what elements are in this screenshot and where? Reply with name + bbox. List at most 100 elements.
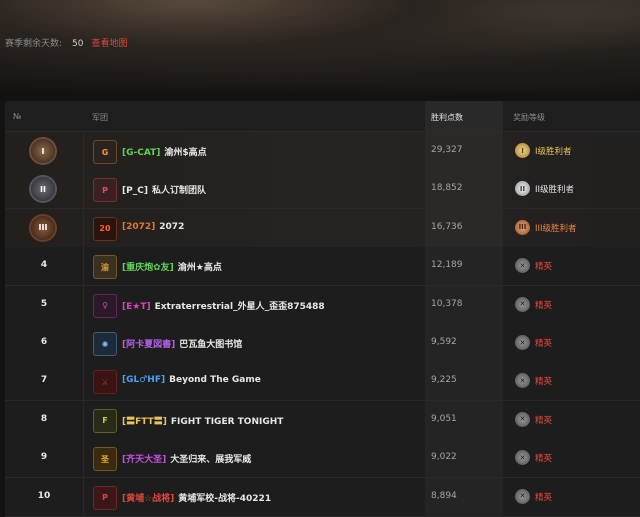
view-map-link[interactable]: 查看地图: [92, 39, 128, 49]
reward-tier-glyph: ✕: [519, 492, 526, 501]
reward-tier-glyph: ✕: [519, 415, 526, 424]
victory-points: 18,852: [431, 183, 463, 194]
reward-tier-icon: ✕: [515, 373, 530, 389]
reward-tier-glyph: I: [521, 146, 524, 155]
season-days-value: 50: [72, 39, 84, 49]
rank-cell: 7: [5, 362, 83, 400]
table-row[interactable]: 9 圣 [齐天大圣] 大圣归来、展我军威 9,022 ✕ 精英: [5, 439, 640, 479]
table-row[interactable]: 8 F [〓FTT〓] FIGHT TIGER TONIGHT 9,051 ✕ 精英: [5, 400, 640, 440]
victory-points: 9,225: [431, 375, 457, 386]
victory-points: 16,736: [431, 221, 463, 232]
header-clan[interactable]: 军团: [92, 112, 108, 123]
column-divider: [83, 208, 84, 247]
clan-name: Extraterrestrial_外星人_歪歪875488: [154, 301, 325, 312]
season-info: 赛季剩余天数: 50 查看地图: [5, 36, 128, 49]
reward-tier-icon: II: [515, 181, 530, 197]
rank-cell: 6: [5, 324, 83, 362]
logo-glyph: 20: [99, 224, 111, 234]
column-divider: [83, 247, 84, 286]
table-row[interactable]: III 20 [2072] 2072 16,736 III III级胜利者: [5, 208, 640, 248]
rank-number: 9: [40, 452, 48, 463]
reward-tier-label: 精英: [535, 454, 553, 465]
table-row[interactable]: 4 渝 [重庆炮✿友] 渝州★高点 12,189 ✕ 精英: [5, 247, 640, 287]
horde-logo-icon[interactable]: ⚔: [93, 370, 117, 395]
clan-tag: [GL♂HF]: [122, 375, 166, 386]
header-reward[interactable]: 奖励等级: [513, 112, 545, 123]
header-points-cell[interactable]: 胜利点数: [425, 101, 503, 131]
reward-tier-glyph: ✕: [519, 300, 526, 309]
leaderboard-table: № 军团 胜利点数 奖励等级 I G [G-CAT] 渝州$高点 29,327 I I级胜利…: [5, 101, 640, 517]
clan-tag: [G-CAT]: [122, 148, 161, 158]
rank-number: 6: [40, 337, 48, 347]
clan-name: Beyond The Game: [169, 375, 261, 386]
reward-tier-label: 精英: [535, 415, 553, 426]
reward-tier-glyph: ✕: [519, 261, 526, 270]
victory-points: 9,051: [431, 413, 457, 424]
clan-name-link[interactable]: [E★T] Extraterrestrial_外星人_歪歪875488: [122, 299, 325, 312]
chongqing-logo-icon[interactable]: 渝: [93, 255, 117, 280]
clan-name-link[interactable]: [P_C] 私人订制团队: [122, 183, 206, 196]
logo-glyph: ♀: [102, 301, 108, 311]
clan-name: 黄埔军校-战将-40221: [178, 493, 272, 504]
huangpu-logo-icon[interactable]: P: [93, 485, 117, 510]
victory-points: 12,189: [431, 260, 463, 271]
logo-glyph: F: [102, 416, 108, 426]
reward-tier-label: 精英: [535, 339, 553, 349]
header-points: 胜利点数: [431, 113, 463, 122]
et-logo-icon[interactable]: ♀: [93, 293, 117, 318]
rank-medal-numeral: II: [40, 184, 46, 194]
column-divider: [83, 439, 84, 478]
table-row[interactable]: 5 ♀ [E★T] Extraterrestrial_外星人_歪歪875488 10,3…: [5, 285, 640, 325]
akasha-logo-icon[interactable]: ✺: [93, 332, 117, 356]
reward-tier-glyph: II: [519, 184, 526, 193]
column-divider: [83, 285, 84, 324]
reward-tier-icon: ✕: [515, 258, 530, 274]
clan-name-link[interactable]: [G-CAT] 渝州$高点: [122, 145, 207, 158]
victory-points: 9,592: [431, 337, 457, 347]
clan-name-link[interactable]: [黄埔☆战将] 黄埔军校-战将-40221: [122, 491, 271, 504]
logo-glyph: 渝: [101, 262, 109, 272]
reward-tier-icon: ✕: [515, 411, 530, 427]
table-row[interactable]: I G [G-CAT] 渝州$高点 29,327 I I级胜利者: [5, 132, 640, 171]
clan-name-link[interactable]: [阿卡夏図書] 巴瓦鱼大图书馆: [122, 337, 242, 350]
clan-tag: [黄埔☆战将]: [122, 493, 175, 504]
logo-glyph: P: [102, 493, 108, 503]
2072-logo-icon[interactable]: 20: [93, 216, 117, 241]
rank-number: 8: [40, 413, 48, 424]
clan-tag: [〓FTT〓]: [122, 416, 167, 427]
reward-tier-glyph: ✕: [519, 376, 526, 385]
rank-number: 7: [40, 375, 48, 386]
victory-points: 9,022: [431, 452, 457, 463]
table-row[interactable]: 7 ⚔ [GL♂HF] Beyond The Game 9,225 ✕ 精英: [5, 362, 640, 402]
gcat-logo-icon[interactable]: G: [93, 140, 117, 164]
clan-name-link[interactable]: [GL♂HF] Beyond The Game: [122, 375, 261, 385]
clan-name-link[interactable]: [〓FTT〓] FIGHT TIGER TONIGHT: [122, 414, 283, 427]
rank-cell: 4: [5, 247, 83, 285]
clan-name: 私人订制团队: [151, 186, 206, 197]
pc-logo-icon[interactable]: P: [93, 178, 117, 203]
clan-tag: [P_C]: [122, 186, 148, 197]
monkey-king-logo-icon[interactable]: 圣: [93, 447, 117, 472]
clan-name: 渝州★高点: [177, 263, 222, 274]
clan-name-link[interactable]: [2072] 2072: [122, 222, 184, 232]
column-divider: [83, 362, 84, 401]
clan-tag: [阿卡夏図書]: [122, 340, 176, 350]
logo-glyph: 圣: [101, 454, 109, 464]
clan-tag: [重庆炮✿友]: [122, 263, 174, 274]
column-divider: [83, 400, 84, 439]
clan-name: 2072: [159, 221, 185, 232]
rank-cell: 5: [5, 286, 83, 324]
table-row[interactable]: 6 ✺ [阿卡夏図書] 巴瓦鱼大图书馆 9,592 ✕ 精英: [5, 324, 640, 363]
reward-tier-icon: ✕: [515, 488, 530, 504]
header-rank[interactable]: №: [13, 112, 21, 121]
table-row[interactable]: II P [P_C] 私人订制团队 18,852 II II级胜利者: [5, 170, 640, 210]
table-row[interactable]: 10 P [黄埔☆战将] 黄埔军校-战将-40221 8,894 ✕ 精英: [5, 477, 640, 517]
rank-medal-icon: II: [31, 177, 55, 202]
ftt-logo-icon[interactable]: F: [93, 408, 117, 433]
reward-tier-glyph: ✕: [519, 453, 526, 462]
rank-cell: 8: [5, 401, 83, 439]
clan-name: 渝州$高点: [164, 148, 207, 158]
clan-name-link[interactable]: [重庆炮✿友] 渝州★高点: [122, 260, 222, 273]
clan-name: FIGHT TIGER TONIGHT: [170, 416, 284, 427]
clan-name-link[interactable]: [齐天大圣] 大圣归来、展我军威: [122, 452, 251, 465]
